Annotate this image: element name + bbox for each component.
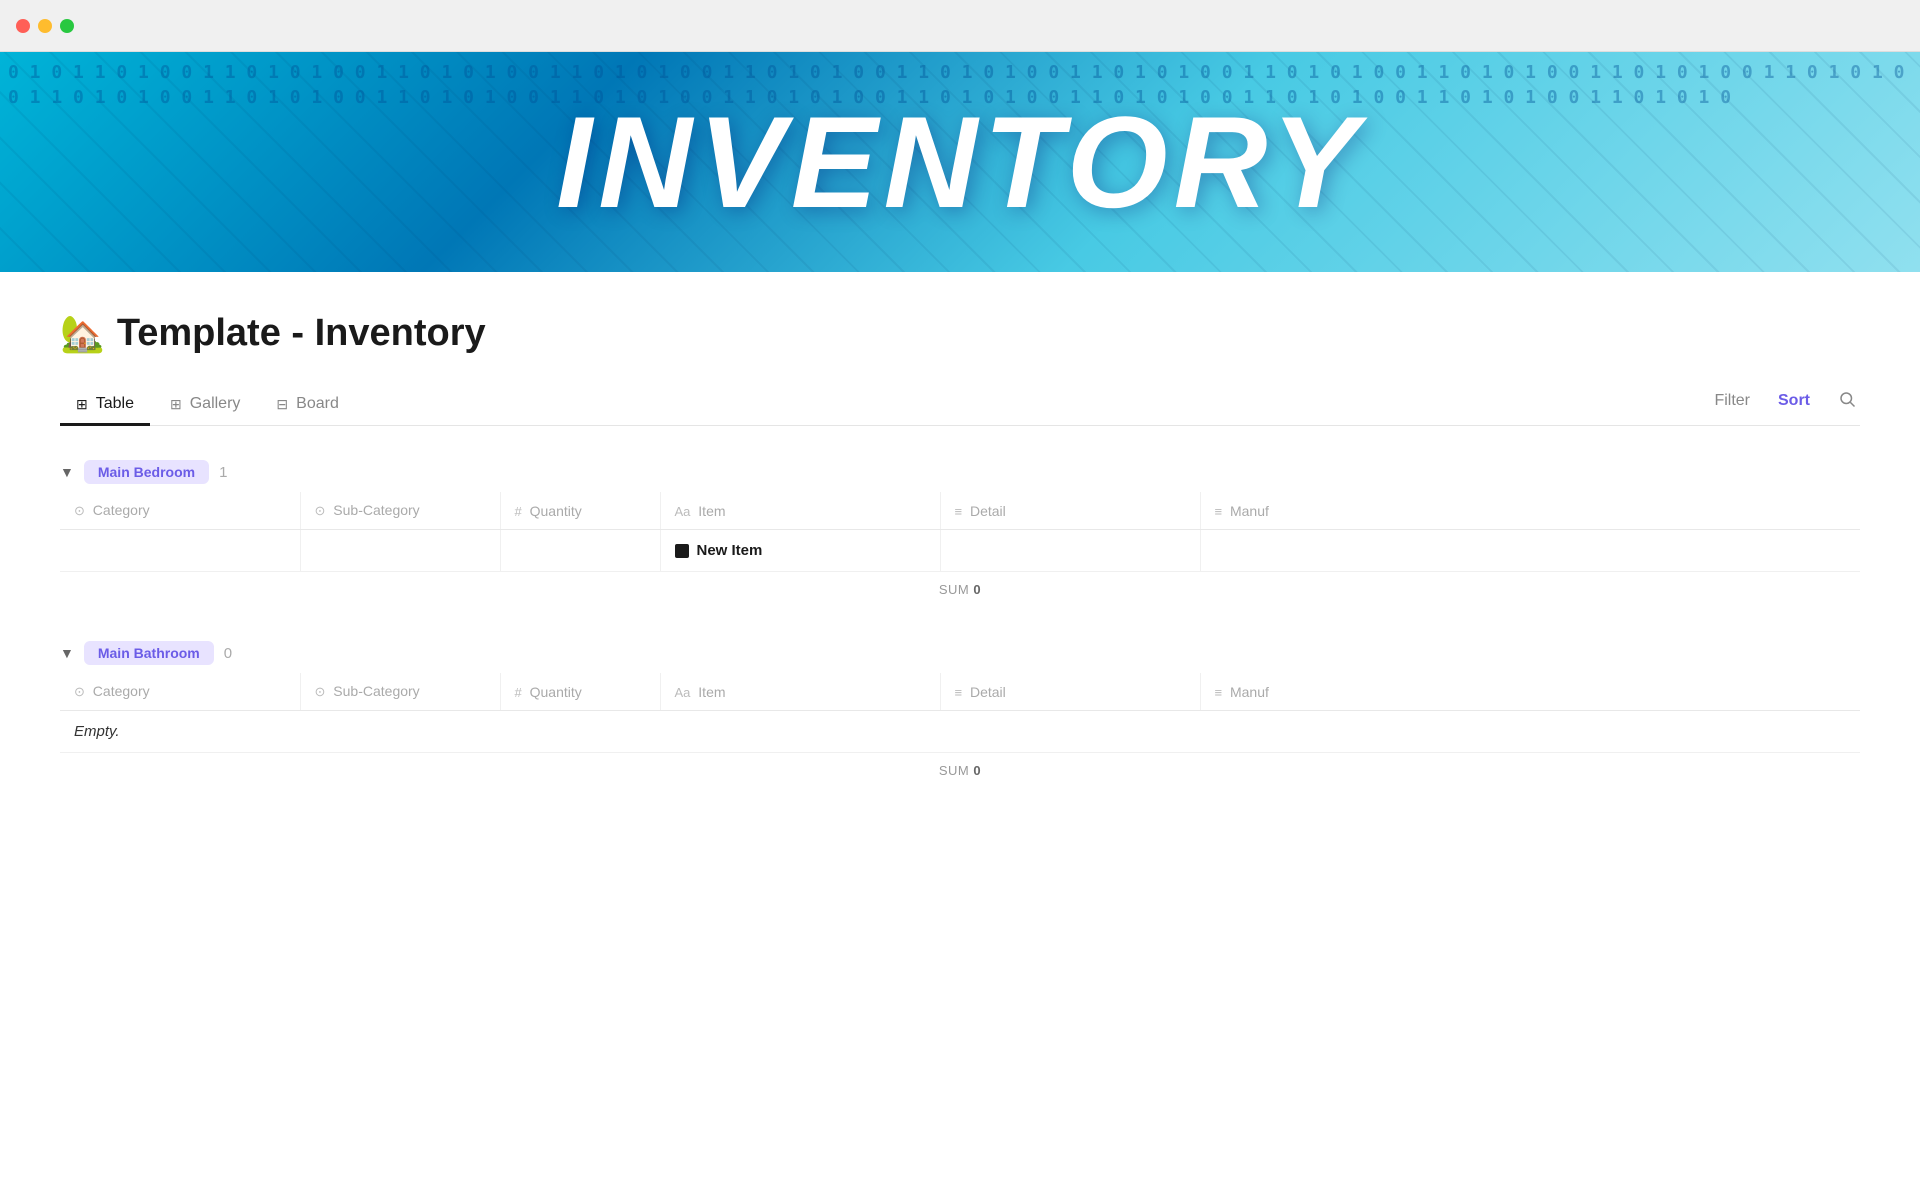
- minimize-button[interactable]: [38, 19, 52, 33]
- page-title-row: 🏡 Template - Inventory: [60, 312, 1860, 355]
- hero-banner: 0 1 0 1 1 0 1 0 0 1 1 0 1 0 1 0 0 1 1 0 …: [0, 52, 1920, 272]
- category-icon-2: ⊙: [74, 684, 85, 699]
- sum-row-bedroom: SUM 0: [60, 572, 1860, 607]
- cell-subcategory-1[interactable]: [300, 530, 500, 572]
- detail-icon-2: ≡: [955, 685, 963, 700]
- group-arrow-bathroom[interactable]: ▼: [60, 645, 74, 661]
- manuf-icon-2: ≡: [1215, 685, 1223, 700]
- hero-title: INVENTORY: [556, 87, 1364, 237]
- sum-label-bedroom: SUM: [939, 582, 969, 597]
- th-manuf-2: ≡ Manuf: [1200, 673, 1860, 711]
- group-count-bedroom: 1: [219, 464, 227, 481]
- detail-icon: ≡: [955, 504, 963, 519]
- group-main-bathroom: ▼ Main Bathroom 0 ⊙ Category ⊙ Sub-Categ…: [60, 635, 1860, 788]
- title-bar: [0, 0, 1920, 52]
- empty-label: Empty.: [60, 711, 1860, 753]
- th-subcategory: ⊙ Sub-Category: [300, 492, 500, 530]
- sum-row-bathroom: SUM 0: [60, 753, 1860, 788]
- cell-item-1[interactable]: New Item: [660, 530, 940, 572]
- tabs-left: ⊞ Table ⊞ Gallery ⊟ Board: [60, 385, 355, 425]
- th-subcategory-2: ⊙ Sub-Category: [300, 673, 500, 711]
- tab-table[interactable]: ⊞ Table: [60, 385, 150, 426]
- th-detail: ≡ Detail: [940, 492, 1200, 530]
- tab-gallery[interactable]: ⊞ Gallery: [154, 385, 256, 426]
- th-manuf: ≡ Manuf: [1200, 492, 1860, 530]
- quantity-icon: #: [515, 504, 522, 519]
- category-icon: ⊙: [74, 503, 85, 518]
- table-header-row: ⊙ Category ⊙ Sub-Category # Quantity Aa …: [60, 492, 1860, 530]
- group-main-bedroom: ▼ Main Bedroom 1 ⊙ Category ⊙ Sub-Catego…: [60, 454, 1860, 607]
- sum-label-bathroom: SUM: [939, 763, 969, 778]
- th-quantity-2: # Quantity: [500, 673, 660, 711]
- th-category: ⊙ Category: [60, 492, 300, 530]
- item-icon-2: Aa: [675, 685, 691, 700]
- group-count-bathroom: 0: [224, 645, 232, 662]
- sort-button[interactable]: Sort: [1774, 388, 1814, 414]
- table-icon: ⊞: [76, 396, 88, 413]
- group-header-bedroom: ▼ Main Bedroom 1: [60, 454, 1860, 490]
- cell-detail-1[interactable]: [940, 530, 1200, 572]
- th-item-2: Aa Item: [660, 673, 940, 711]
- close-button[interactable]: [16, 19, 30, 33]
- subcategory-icon: ⊙: [315, 503, 326, 518]
- page-emoji: 🏡: [60, 313, 105, 355]
- group-badge-bathroom[interactable]: Main Bathroom: [84, 641, 214, 665]
- maximize-button[interactable]: [60, 19, 74, 33]
- tab-gallery-label: Gallery: [190, 395, 241, 413]
- quantity-icon-2: #: [515, 685, 522, 700]
- table-bathroom: ⊙ Category ⊙ Sub-Category # Quantity Aa …: [60, 673, 1860, 753]
- new-item-cell: New Item: [675, 542, 926, 559]
- tabs-row: ⊞ Table ⊞ Gallery ⊟ Board Filter Sort: [60, 385, 1860, 426]
- empty-row: Empty.: [60, 711, 1860, 753]
- table-row[interactable]: New Item: [60, 530, 1860, 572]
- th-category-2: ⊙ Category: [60, 673, 300, 711]
- cell-quantity-1[interactable]: [500, 530, 660, 572]
- th-detail-2: ≡ Detail: [940, 673, 1200, 711]
- sum-value-bedroom: 0: [973, 582, 981, 597]
- th-item: Aa Item: [660, 492, 940, 530]
- cell-manuf-1[interactable]: [1200, 530, 1860, 572]
- filter-button[interactable]: Filter: [1710, 388, 1754, 414]
- manuf-icon: ≡: [1215, 504, 1223, 519]
- table-bedroom: ⊙ Category ⊙ Sub-Category # Quantity Aa …: [60, 492, 1860, 572]
- content-area: 🏡 Template - Inventory ⊞ Table ⊞ Gallery…: [0, 272, 1920, 828]
- th-quantity: # Quantity: [500, 492, 660, 530]
- board-icon: ⊟: [276, 396, 288, 413]
- group-header-bathroom: ▼ Main Bathroom 0: [60, 635, 1860, 671]
- cell-category-1[interactable]: [60, 530, 300, 572]
- search-icon: [1838, 390, 1856, 408]
- new-item-icon: [675, 544, 689, 558]
- tabs-right: Filter Sort: [1710, 386, 1860, 425]
- group-badge-bedroom[interactable]: Main Bedroom: [84, 460, 209, 484]
- table-header-row-2: ⊙ Category ⊙ Sub-Category # Quantity Aa …: [60, 673, 1860, 711]
- new-item-label: New Item: [697, 542, 763, 559]
- group-arrow-bedroom[interactable]: ▼: [60, 464, 74, 480]
- subcategory-icon-2: ⊙: [315, 684, 326, 699]
- tab-board-label: Board: [296, 395, 339, 413]
- item-icon: Aa: [675, 504, 691, 519]
- tab-board[interactable]: ⊟ Board: [260, 385, 354, 426]
- page-title: Template - Inventory: [117, 312, 486, 355]
- tab-table-label: Table: [96, 395, 134, 413]
- search-button[interactable]: [1834, 386, 1860, 417]
- gallery-icon: ⊞: [170, 396, 182, 413]
- sum-value-bathroom: 0: [973, 763, 981, 778]
